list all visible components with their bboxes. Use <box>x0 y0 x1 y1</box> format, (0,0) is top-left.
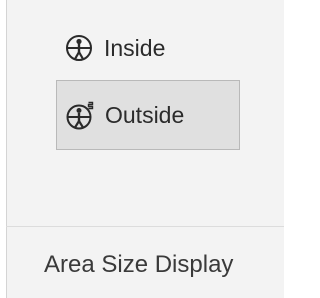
inside-label: Inside <box>104 34 166 61</box>
person-circle-outside-icon <box>65 100 95 130</box>
inside-option-button[interactable]: Inside <box>58 26 173 70</box>
outside-option-button[interactable]: Outside <box>56 80 240 150</box>
group-title: Area Size Display <box>44 251 234 278</box>
outside-label: Outside <box>105 101 185 128</box>
person-circle-icon <box>64 33 94 63</box>
group-footer: Area Size Display <box>6 226 284 298</box>
